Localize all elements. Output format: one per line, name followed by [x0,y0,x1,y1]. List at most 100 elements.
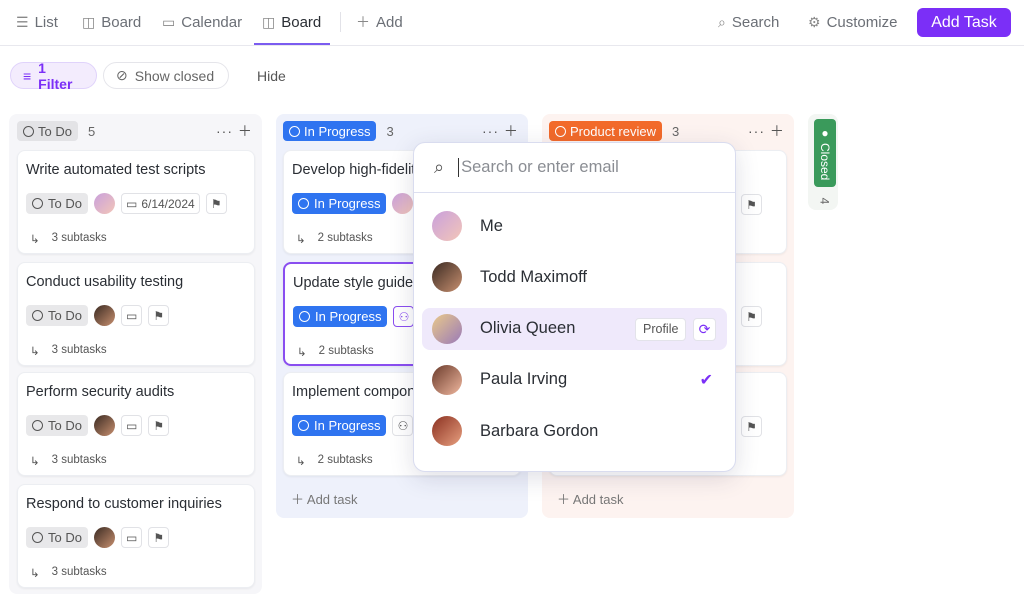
subtask-icon: ↳ [296,456,306,468]
show-closed-button[interactable]: ⊘ Show closed [103,62,229,89]
assignee-search-input[interactable] [458,158,709,177]
subtask-count: 3 subtasks [51,566,107,578]
status-badge: To Do [17,121,78,141]
column-header-product-review: Product review 3 [549,121,679,141]
profile-button[interactable]: Profile [635,317,687,341]
task-card[interactable]: Respond to customer inquiries To Do ▭ ⚑ … [17,484,255,588]
search-icon: ⌕ [434,157,445,177]
filter-icon: ≡ [23,67,32,84]
flag-icon[interactable]: ⚑ [148,527,170,548]
flag-icon[interactable]: ⚑ [148,305,170,326]
assignee-option[interactable]: Me [422,205,727,247]
tab-board-active[interactable]: ◫ Board [262,12,321,32]
task-card[interactable]: Write automated test scripts To Do ▭ 6/14… [17,150,255,254]
due-date-button[interactable]: ▭ [120,305,143,326]
column-name: To Do [38,123,72,139]
status-badge[interactable]: In Progress [293,306,388,327]
task-card[interactable]: Perform security audits To Do ▭ ⚑ ↳ 3 sub… [17,372,255,476]
task-meta: To Do ▭ ⚑ [26,527,170,548]
tab-label: Board [281,13,322,31]
avatar [432,313,462,344]
subtasks[interactable]: ↳ 2 subtasks [297,345,374,359]
add-task-link[interactable]: ＋ Add task [557,489,624,508]
flag-icon[interactable]: ⚑ [741,306,762,327]
gear-icon: ⚙ [808,13,821,30]
due-date-button[interactable]: ▭ [120,415,143,436]
subtask-count: 3 subtasks [51,454,107,466]
closed-status-badge[interactable]: ● Closed [814,119,836,187]
subtasks[interactable]: ↳ 3 subtasks [30,566,107,580]
subtask-icon: ↳ [30,346,40,358]
refresh-icon[interactable]: ⟳ [693,317,716,341]
subtask-icon: ↳ [297,347,307,359]
subtasks[interactable]: ↳ 3 subtasks [30,232,107,246]
assignee-option[interactable]: Todd Maximoff [422,256,727,298]
column-actions[interactable]: ··· ＋ [748,121,785,141]
assignee-option[interactable]: Barbara Gordon [422,410,727,452]
customize-button[interactable]: ⚙ Customize [808,12,897,32]
column-actions[interactable]: ··· ＋ [482,121,519,141]
due-date-button[interactable]: ▭ [120,527,143,548]
flag-icon[interactable]: ⚑ [741,416,762,437]
due-date: 6/14/2024 [141,196,195,211]
assignee-option[interactable]: Olivia Queen Profile ⟳ [422,307,727,350]
subtasks[interactable]: ↳ 3 subtasks [30,344,107,358]
search-button[interactable]: ⌕ Search [718,12,779,32]
status-badge[interactable]: To Do [26,415,88,436]
add-task-button[interactable]: Add Task [917,8,1011,37]
subtask-icon: ↳ [30,234,40,246]
due-date-button[interactable]: ▭ 6/14/2024 [120,193,200,214]
add-task-label: Add task [572,492,624,507]
status-badge[interactable]: In Progress [292,193,387,214]
avatar [432,364,462,395]
divider [340,12,341,32]
task-card[interactable]: Conduct usability testing To Do ▭ ⚑ ↳ 3 s… [17,262,255,366]
status-badge[interactable]: To Do [26,305,88,326]
subtasks[interactable]: ↳ 3 subtasks [30,454,107,468]
assign-user-icon[interactable]: ⚇ [393,306,415,327]
subtasks[interactable]: ↳ 2 subtasks [296,454,373,468]
person-name: Olivia Queen [480,319,576,338]
assignee-dropdown: ⌕ Me Todd Maximoff Olivia Queen Profile ⟳ Pau… [413,142,736,472]
profile-label: Profile [643,322,679,337]
flag-icon[interactable]: ⚑ [148,415,170,436]
status-badge[interactable]: In Progress [292,415,387,436]
hide-button[interactable]: Hide [245,62,298,89]
check-circle-icon: ⊘ [116,67,128,83]
filter-button[interactable]: ≡ 1 Filter [10,60,97,92]
person-name: Me [480,216,503,235]
subtask-count: 3 subtasks [51,344,107,356]
avatar[interactable] [93,415,115,436]
avatar [432,262,462,293]
circle-icon [32,532,43,543]
task-title[interactable]: Perform security audits [26,384,251,400]
tab-board[interactable]: ◫ Board [82,12,141,32]
task-title[interactable]: Conduct usability testing [26,274,251,290]
avatar[interactable] [93,193,115,214]
task-meta: In Progress ⚇ [292,415,414,436]
task-title[interactable]: Write automated test scripts [26,162,251,178]
task-title[interactable]: Respond to customer inquiries [26,496,251,512]
tab-list[interactable]: ☰ List [16,12,58,32]
calendar-icon: ▭ [125,308,138,323]
tab-add[interactable]: ＋ Add [356,12,403,32]
status-badge[interactable]: To Do [26,527,88,548]
tab-calendar[interactable]: ▭ Calendar [162,12,242,32]
status-label: In Progress [315,309,382,324]
avatar[interactable] [93,527,115,548]
circle-icon [23,125,34,137]
flag-icon[interactable]: ⚑ [205,193,227,214]
add-task-link[interactable]: ＋ Add task [291,489,358,508]
circle-icon [32,310,43,321]
subtasks[interactable]: ↳ 2 subtasks [296,232,373,246]
column-actions[interactable]: ··· ＋ [216,121,253,141]
assignee-option[interactable]: Paula Irving ✔ [422,359,727,401]
avatar[interactable] [392,193,414,214]
flag-icon[interactable]: ⚑ [741,194,762,215]
status-badge[interactable]: To Do [26,193,88,214]
calendar-icon: ▭ [125,530,138,545]
column-name: In Progress [304,123,371,139]
assign-user-icon[interactable]: ⚇ [392,415,414,436]
avatar[interactable] [93,305,115,326]
column-count: 4 [817,197,832,205]
